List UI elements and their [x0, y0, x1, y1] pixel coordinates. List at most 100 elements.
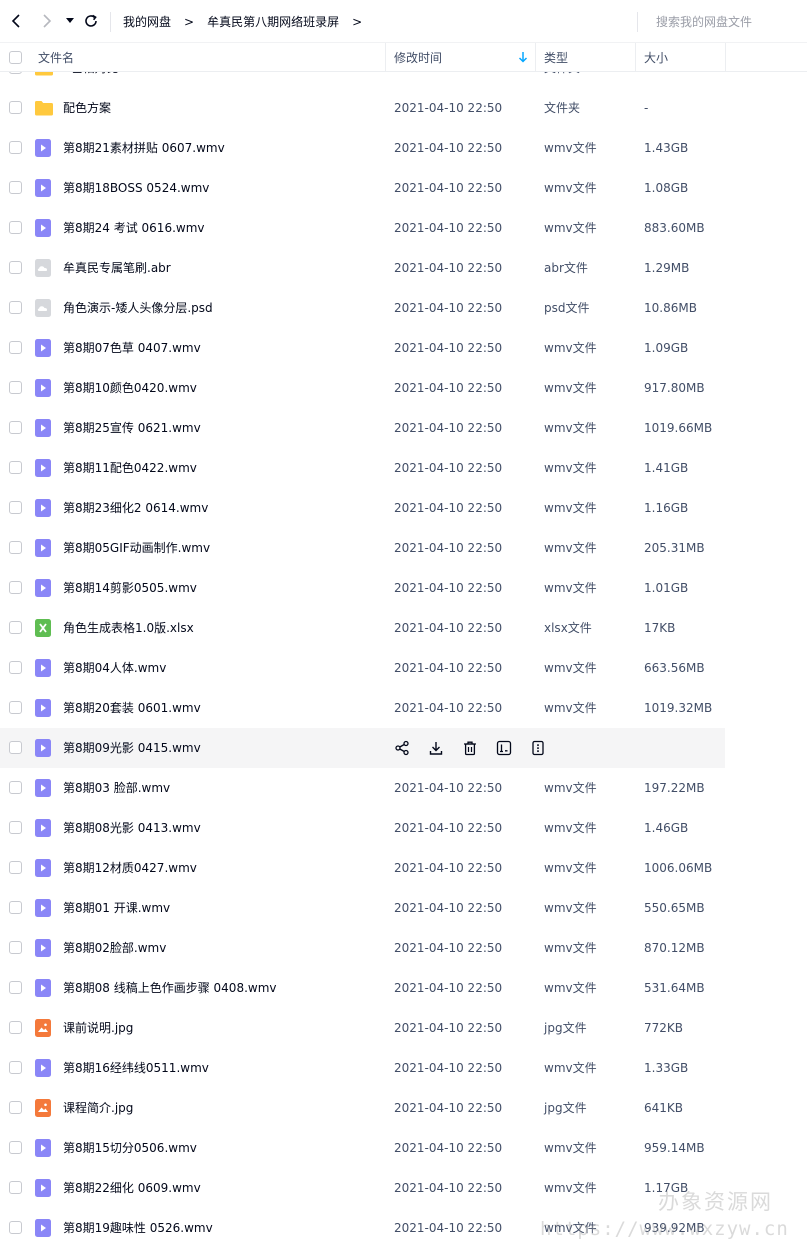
row-checkbox[interactable] — [9, 1181, 22, 1194]
file-name[interactable]: 第8期18BOSS 0524.wmv — [63, 168, 209, 208]
file-row[interactable]: 第8期18BOSS 0524.wmv 2021-04-10 22:50 wmv文件 1… — [0, 168, 725, 208]
file-name[interactable]: 第8期10颜色0420.wmv — [63, 368, 197, 408]
file-row[interactable]: 第8期20套装 0601.wmv 2021-04-10 22:50 wmv文件 101… — [0, 688, 725, 728]
row-checkbox[interactable] — [9, 661, 22, 674]
file-name[interactable]: 第8期11配色0422.wmv — [63, 448, 197, 488]
row-checkbox[interactable] — [9, 1061, 22, 1074]
file-row[interactable]: 第8期07色草 0407.wmv 2021-04-10 22:50 wmv文件 1.0… — [0, 328, 725, 368]
row-checkbox[interactable] — [9, 901, 22, 914]
file-row[interactable]: 第8期01 开课.wmv 2021-04-10 22:50 wmv文件 550.65M… — [0, 888, 725, 928]
file-row[interactable]: 第8期23细化2 0614.wmv 2021-04-10 22:50 wmv文件 1.… — [0, 488, 725, 528]
row-checkbox[interactable] — [9, 1141, 22, 1154]
back-button[interactable] — [6, 10, 28, 32]
file-name[interactable]: 第8期25宣传 0621.wmv — [63, 408, 201, 448]
file-name[interactable]: 第8期04人体.wmv — [63, 648, 166, 688]
file-name[interactable]: 第8期24 考试 0616.wmv — [63, 208, 205, 248]
file-name[interactable]: 角色演示-矮人头像分层.psd — [63, 288, 213, 328]
file-name[interactable]: 第8期09光影 0415.wmv — [63, 728, 201, 768]
row-checkbox[interactable] — [9, 581, 22, 594]
file-name[interactable]: 课程简介.jpg — [63, 1088, 133, 1128]
row-checkbox[interactable] — [9, 261, 22, 274]
row-checkbox[interactable] — [9, 181, 22, 194]
row-checkbox[interactable] — [9, 701, 22, 714]
file-row[interactable]: 第8期03 脸部.wmv 2021-04-10 22:50 wmv文件 197.22M… — [0, 768, 725, 808]
file-row[interactable]: 第8期08 线稿上色作画步骤 0408.wmv 2021-04-10 22:50 w… — [0, 968, 725, 1008]
file-row[interactable]: 第8期10颜色0420.wmv 2021-04-10 22:50 wmv文件 917.… — [0, 368, 725, 408]
search-input[interactable] — [648, 10, 798, 34]
file-row[interactable]: 第8期16经纬线0511.wmv 2021-04-10 22:50 wmv文件 1.3… — [0, 1048, 725, 1088]
column-divider[interactable] — [635, 43, 636, 72]
row-checkbox[interactable] — [9, 101, 22, 114]
file-name[interactable]: 第8期12材质0427.wmv — [63, 848, 197, 888]
file-row[interactable]: 第8期24 考试 0616.wmv 2021-04-10 22:50 wmv文件 88… — [0, 208, 725, 248]
row-checkbox[interactable] — [9, 821, 22, 834]
file-row[interactable]: 第8期02脸部.wmv 2021-04-10 22:50 wmv文件 870.12MB — [0, 928, 725, 968]
row-checkbox[interactable] — [9, 381, 22, 394]
row-checkbox[interactable] — [9, 541, 22, 554]
row-checkbox[interactable] — [9, 72, 22, 74]
column-divider[interactable] — [535, 43, 536, 72]
share-icon[interactable] — [392, 738, 412, 758]
row-checkbox[interactable] — [9, 741, 22, 754]
file-name[interactable]: 第8期01 开课.wmv — [63, 888, 170, 928]
file-row[interactable]: 牟真民专属笔刷.abr 2021-04-10 22:50 abr文件 1.29MB — [0, 248, 725, 288]
file-name[interactable]: 牟真民专属笔刷.abr — [63, 248, 171, 288]
sort-desc-icon[interactable] — [518, 51, 528, 63]
file-row[interactable]: 第8期09光影 0415.wmv — [0, 728, 725, 768]
file-row[interactable]: 课程简介.jpg 2021-04-10 22:50 jpg文件 641KB — [0, 1088, 725, 1128]
breadcrumb-root[interactable]: 我的网盘 — [123, 13, 171, 30]
row-checkbox[interactable] — [9, 141, 22, 154]
file-row[interactable]: 第8期12材质0427.wmv 2021-04-10 22:50 wmv文件 1006… — [0, 848, 725, 888]
file-name[interactable]: 第8期20套装 0601.wmv — [63, 688, 201, 728]
file-row[interactable]: 第8期22细化 0609.wmv 2021-04-10 22:50 wmv文件 1.1… — [0, 1168, 725, 1208]
breadcrumb-current[interactable]: 牟真民第八期网络班录屏 — [207, 13, 339, 30]
column-header-name[interactable]: 文件名 — [38, 43, 74, 72]
file-name[interactable]: 第8期16经纬线0511.wmv — [63, 1048, 209, 1088]
row-checkbox[interactable] — [9, 1021, 22, 1034]
file-name[interactable]: 角色生成表格1.0版.xlsx — [63, 608, 194, 648]
file-row[interactable]: 第8期05GIF动画制作.wmv 2021-04-10 22:50 wmv文件 205… — [0, 528, 725, 568]
file-row[interactable]: 课前说明.jpg 2021-04-10 22:50 jpg文件 772KB — [0, 1008, 725, 1048]
file-name[interactable]: 第8期19趣味性 0526.wmv — [63, 1208, 213, 1248]
row-checkbox[interactable] — [9, 981, 22, 994]
row-checkbox[interactable] — [9, 301, 22, 314]
file-name[interactable]: 第8期23细化2 0614.wmv — [63, 488, 208, 528]
file-row[interactable]: 1色相对比 2021-04-10 22:50 文件夹 - — [0, 72, 725, 88]
download-icon[interactable] — [426, 738, 446, 758]
column-divider[interactable] — [725, 43, 726, 72]
row-checkbox[interactable] — [9, 621, 22, 634]
file-row[interactable]: 第8期14剪影0505.wmv 2021-04-10 22:50 wmv文件 1.01… — [0, 568, 725, 608]
column-header-time[interactable]: 修改时间 — [394, 43, 442, 72]
forward-button[interactable] — [36, 10, 58, 32]
file-name[interactable]: 第8期05GIF动画制作.wmv — [63, 528, 210, 568]
file-name[interactable]: 第8期02脸部.wmv — [63, 928, 166, 968]
file-name[interactable]: 课前说明.jpg — [63, 1008, 133, 1048]
file-name[interactable]: 第8期15切分0506.wmv — [63, 1128, 197, 1168]
file-name[interactable]: 1色相对比 — [63, 72, 119, 88]
row-checkbox[interactable] — [9, 341, 22, 354]
file-row[interactable]: 第8期04人体.wmv 2021-04-10 22:50 wmv文件 663.56MB — [0, 648, 725, 688]
history-dropdown-button[interactable] — [62, 10, 78, 32]
file-row[interactable]: 第8期11配色0422.wmv 2021-04-10 22:50 wmv文件 1.41… — [0, 448, 725, 488]
row-checkbox[interactable] — [9, 421, 22, 434]
row-checkbox[interactable] — [9, 1101, 22, 1114]
file-name[interactable]: 第8期03 脸部.wmv — [63, 768, 170, 808]
column-header-size[interactable]: 大小 — [644, 43, 668, 72]
file-row[interactable]: 第8期25宣传 0621.wmv 2021-04-10 22:50 wmv文件 101… — [0, 408, 725, 448]
column-header-type[interactable]: 类型 — [544, 43, 568, 72]
file-name[interactable]: 第8期21素材拼贴 0607.wmv — [63, 128, 225, 168]
file-name[interactable]: 第8期08 线稿上色作画步骤 0408.wmv — [63, 968, 277, 1008]
rename-icon[interactable] — [494, 738, 514, 758]
file-row[interactable]: 第8期19趣味性 0526.wmv 2021-04-10 22:50 wmv文件 93… — [0, 1208, 725, 1248]
file-name[interactable]: 第8期07色草 0407.wmv — [63, 328, 201, 368]
row-checkbox[interactable] — [9, 1221, 22, 1234]
file-name[interactable]: 第8期14剪影0505.wmv — [63, 568, 197, 608]
column-divider[interactable] — [385, 43, 386, 72]
file-row[interactable]: 角色演示-矮人头像分层.psd 2021-04-10 22:50 psd文件 10.8… — [0, 288, 725, 328]
file-row[interactable]: 配色方案 2021-04-10 22:50 文件夹 - — [0, 88, 725, 128]
row-checkbox[interactable] — [9, 781, 22, 794]
row-checkbox[interactable] — [9, 941, 22, 954]
file-row[interactable]: 第8期21素材拼贴 0607.wmv 2021-04-10 22:50 wmv文件 1… — [0, 128, 725, 168]
select-all-checkbox[interactable] — [9, 51, 22, 64]
file-name[interactable]: 第8期22细化 0609.wmv — [63, 1168, 201, 1208]
